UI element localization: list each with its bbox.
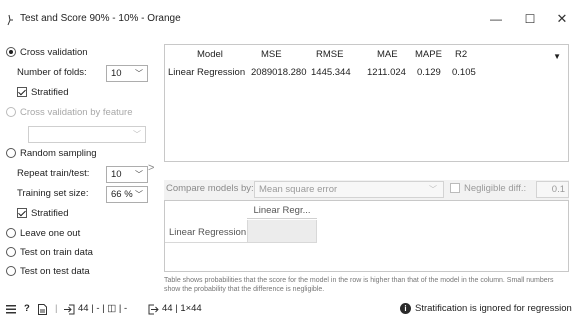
sort-down-icon[interactable]: ▼ [553, 49, 561, 65]
compare-models-value: Mean square error [259, 184, 338, 195]
checkbox-icon [450, 183, 460, 194]
radio-icon [6, 47, 16, 58]
compare-models-select[interactable]: Mean square error ﹀ [254, 181, 444, 198]
radio-icon [6, 266, 16, 277]
repeat-train-test-value: 10 [111, 169, 122, 180]
col-header-model[interactable]: Model [197, 47, 223, 63]
comparison-table[interactable]: Linear Regr... Linear Regression [164, 200, 569, 272]
comparison-row-header: Linear Regression [169, 227, 247, 238]
comparison-diagonal-cell [247, 220, 317, 242]
minimize-button[interactable]: — [482, 8, 510, 30]
radio-icon [6, 247, 16, 258]
stratified-rs-label: Stratified [31, 208, 69, 219]
orange-app-icon [7, 14, 13, 26]
col-header-mse[interactable]: MSE [261, 47, 282, 63]
compare-models-label: Compare models by: [166, 183, 254, 194]
stratified-cv-checkbox[interactable]: Stratified [17, 84, 69, 102]
info-icon: i [400, 303, 411, 314]
negligible-diff-checkbox[interactable]: Negligible diff.: [450, 183, 526, 194]
cross-validation-option[interactable]: Cross validation [6, 44, 88, 62]
results-table[interactable]: Model MSE RMSE MAE MAPE R2 ▼ Linear Regr… [164, 44, 569, 162]
number-of-folds-select[interactable]: 10 ﹀ [106, 65, 148, 82]
stratified-rs-checkbox[interactable]: Stratified [17, 205, 69, 223]
chevron-down-icon: ﹀ [133, 130, 141, 139]
chevron-down-icon: ﹀ [135, 170, 143, 179]
results-header-row: Model MSE RMSE MAE MAPE R2 ▼ [165, 47, 568, 63]
comparison-footnote: Table shows probabilities that the score… [164, 277, 554, 293]
input-icon [64, 304, 75, 315]
hamburger-icon[interactable] [6, 305, 16, 314]
status-bar: ? | 44 | - | ◫ | - 44 | 1×44 i Stratifica… [0, 300, 574, 320]
random-sampling-label: Random sampling [20, 148, 97, 159]
radio-icon [6, 107, 16, 118]
cell-mse: 2089018.280 [251, 67, 307, 78]
input-summary[interactable]: 44 | - | ◫ | - [78, 303, 127, 314]
radio-icon [6, 148, 16, 159]
col-header-mape[interactable]: MAPE [415, 47, 442, 63]
col-header-rmse[interactable]: RMSE [316, 47, 343, 63]
close-button[interactable]: ✕ [548, 8, 574, 30]
cv-by-feature-option[interactable]: Cross validation by feature [6, 104, 132, 122]
comparison-row-divider [165, 242, 317, 243]
repeat-train-test-label: Repeat train/test: [17, 168, 90, 179]
col-header-r2[interactable]: R2 [455, 47, 467, 63]
splitter-handle[interactable]: > [148, 162, 154, 174]
test-on-train-label: Test on train data [20, 247, 93, 258]
training-set-size-label: Training set size: [17, 188, 89, 199]
number-of-folds-label: Number of folds: [17, 67, 87, 78]
cross-validation-label: Cross validation [20, 47, 88, 58]
info-message-text: Stratification is ignored for regression [415, 303, 572, 315]
negligible-diff-input[interactable]: 0.1 [536, 181, 569, 198]
checkbox-icon [17, 208, 27, 219]
feature-select[interactable]: ﹀ [28, 126, 146, 143]
test-on-test-label: Test on test data [20, 266, 90, 277]
col-header-mae[interactable]: MAE [377, 47, 398, 63]
status-separator: | [55, 303, 58, 314]
table-row[interactable]: Linear Regression 2089018.280 1445.344 1… [165, 65, 568, 81]
chevron-down-icon: ﹀ [135, 69, 143, 78]
window-title: Test and Score 90% - 10% - Orange [20, 13, 181, 24]
training-set-size-value: 66 % [111, 189, 133, 200]
compare-models-bar: Compare models by: Mean square error ﹀ Ne… [164, 180, 569, 200]
number-of-folds-value: 10 [111, 68, 122, 79]
output-summary[interactable]: 44 | 1×44 [162, 303, 202, 314]
test-on-test-option[interactable]: Test on test data [6, 263, 90, 281]
info-message: i Stratification is ignored for regressio… [400, 303, 572, 314]
comparison-column-header: Linear Regr... [247, 203, 317, 219]
stratified-cv-label: Stratified [31, 87, 69, 98]
cell-model: Linear Regression [168, 67, 246, 78]
cv-by-feature-label: Cross validation by feature [20, 107, 133, 118]
leave-one-out-label: Leave one out [20, 228, 81, 239]
sampling-panel: Cross validation Number of folds: 10 ﹀ St… [0, 36, 155, 286]
leave-one-out-option[interactable]: Leave one out [6, 225, 80, 243]
report-icon[interactable] [38, 304, 47, 315]
help-icon[interactable]: ? [24, 303, 30, 314]
checkbox-icon [17, 87, 27, 98]
chevron-down-icon: ﹀ [135, 190, 143, 199]
repeat-train-test-select[interactable]: 10 ﹀ [106, 166, 148, 183]
output-icon [148, 304, 159, 315]
negligible-diff-label: Negligible diff.: [464, 183, 527, 194]
training-set-size-select[interactable]: 66 % ﹀ [106, 186, 148, 203]
radio-icon [6, 228, 16, 239]
test-on-train-option[interactable]: Test on train data [6, 244, 93, 262]
cell-mae: 1211.024 [367, 67, 406, 78]
maximize-button[interactable]: ☐ [516, 8, 544, 30]
chevron-down-icon: ﹀ [429, 185, 437, 194]
title-bar: Test and Score 90% - 10% - Orange — ☐ ✕ [0, 0, 574, 36]
cell-r2: 0.105 [452, 67, 476, 78]
cell-rmse: 1445.344 [311, 67, 351, 78]
random-sampling-option[interactable]: Random sampling [6, 145, 97, 163]
cell-mape: 0.129 [417, 67, 441, 78]
